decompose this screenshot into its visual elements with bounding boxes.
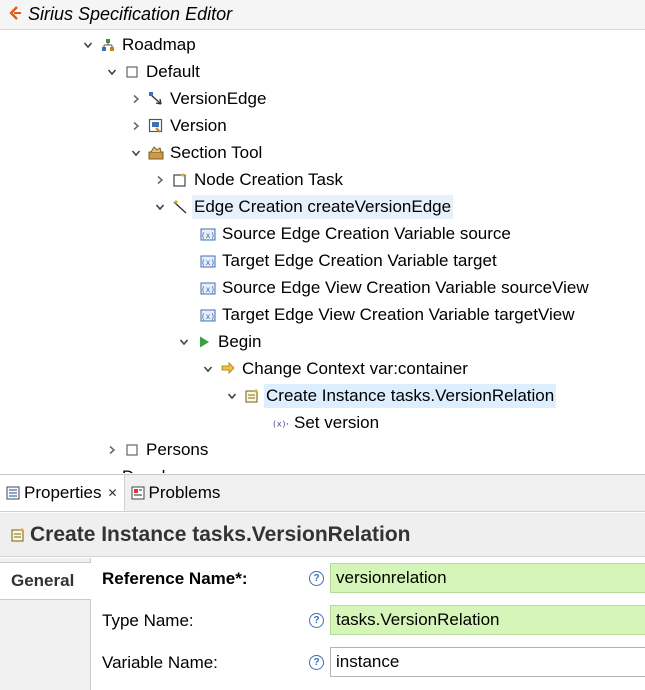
tool-section-icon	[148, 145, 164, 161]
expanded-chevron-icon[interactable]	[176, 334, 192, 350]
help-icon[interactable]: ?	[309, 613, 324, 628]
tree-item-create-instance[interactable]: Create Instance tasks.VersionRelation	[0, 382, 645, 409]
help-icon[interactable]: ?	[309, 571, 324, 586]
expanded-chevron-icon[interactable]	[224, 388, 240, 404]
tree-item-target-edge-creation-variable[interactable]: (x) Target Edge Creation Variable target	[0, 247, 645, 274]
reference-name-label: Reference Name*:	[102, 569, 248, 588]
help-icon[interactable]: ?	[309, 655, 324, 670]
svg-text:(x): (x)	[201, 258, 215, 267]
tree-item-label: Node Creation Task	[194, 169, 343, 189]
layer-icon	[124, 64, 140, 80]
tree-item-develop[interactable]: Develop	[0, 463, 645, 474]
expanded-chevron-icon[interactable]	[80, 37, 96, 53]
tree-item-set-version[interactable]: (x)= Set version	[0, 409, 645, 436]
specification-tree[interactable]: Roadmap Default VersionEdge Version Sect…	[0, 31, 645, 473]
property-section-tabs: General	[0, 558, 91, 690]
variable-name-input[interactable]: instance	[330, 647, 645, 677]
begin-play-icon	[196, 334, 212, 350]
tree-item-change-context[interactable]: Change Context var:container	[0, 355, 645, 382]
tree-item-edge-creation[interactable]: Edge Creation createVersionEdge	[0, 193, 645, 220]
expanded-chevron-icon[interactable]	[200, 361, 216, 377]
edge-mapping-icon	[148, 91, 164, 107]
expanded-chevron-icon[interactable]	[152, 199, 168, 215]
tree-item-persons[interactable]: Persons	[0, 436, 645, 463]
variable-icon: (x)	[200, 307, 216, 323]
tree-item-label: Version	[170, 115, 227, 135]
tree-item-label: Roadmap	[122, 34, 196, 54]
collapsed-chevron-icon[interactable]	[104, 442, 120, 458]
collapsed-chevron-icon[interactable]	[128, 91, 144, 107]
variable-icon: (x)	[200, 226, 216, 242]
sirius-editor-icon	[8, 5, 22, 25]
reference-name-input[interactable]: versionrelation	[330, 563, 645, 593]
tree-item-label: Create Instance tasks.VersionRelation	[264, 383, 557, 408]
tree-item-label: Default	[146, 61, 200, 81]
tree-item-label: Set version	[294, 412, 380, 432]
tab-properties[interactable]: Properties ✕	[0, 475, 125, 511]
editor-title: Sirius Specification Editor	[28, 4, 233, 24]
tree-item-label: Target Edge View Creation Variable targe…	[222, 304, 575, 324]
properties-body: General Reference Name*: ? versionrelati…	[0, 558, 645, 690]
variable-icon: (x)	[200, 280, 216, 296]
tree-item-begin[interactable]: Begin	[0, 328, 645, 355]
node-mapping-icon	[148, 118, 164, 134]
variable-name-row: Variable Name: ? instance	[92, 642, 645, 684]
expanded-chevron-icon[interactable]	[104, 64, 120, 80]
tab-problems[interactable]: Problems	[125, 475, 227, 511]
tree-item-source-edge-view-creation-variable[interactable]: (x) Source Edge View Creation Variable s…	[0, 274, 645, 301]
tree-item-node-creation-task[interactable]: Node Creation Task	[0, 166, 645, 193]
type-name-input[interactable]: tasks.VersionRelation	[330, 605, 645, 635]
tree-item-label: Begin	[218, 331, 262, 351]
create-instance-icon	[244, 388, 260, 404]
problems-view-icon	[131, 486, 145, 500]
diagram-description-icon	[100, 37, 116, 53]
tab-label: Properties	[24, 483, 102, 502]
tree-item-section-tool[interactable]: Section Tool	[0, 139, 645, 166]
tree-item-label: Source Edge Creation Variable source	[222, 223, 511, 243]
tree-item-label: Develop	[120, 465, 186, 474]
close-tab-icon[interactable]: ✕	[107, 486, 117, 500]
collapsed-chevron-icon[interactable]	[128, 118, 144, 134]
tree-item-label: Persons	[146, 439, 209, 459]
tree-item-label: Edge Creation createVersionEdge	[192, 194, 454, 219]
tree-item-label: VersionEdge	[170, 88, 267, 108]
variable-icon: (x)	[200, 253, 216, 269]
svg-text:(x): (x)	[201, 312, 215, 321]
properties-view-icon	[6, 486, 20, 500]
tree-item-default[interactable]: Default	[0, 58, 645, 85]
change-context-icon	[220, 361, 236, 377]
tab-label: Problems	[148, 483, 221, 502]
tree-item-version[interactable]: Version	[0, 112, 645, 139]
expanded-chevron-icon[interactable]	[128, 145, 144, 161]
type-name-label: Type Name:	[102, 611, 194, 630]
svg-text:(x)=: (x)=	[272, 419, 288, 428]
editor-title-bar: Sirius Specification Editor	[0, 0, 645, 30]
layer-icon	[124, 442, 140, 458]
expanded-chevron-icon[interactable]	[80, 469, 96, 474]
edge-creation-icon	[172, 199, 188, 215]
view-tab-bar: Properties ✕ Problems	[0, 474, 645, 512]
tree-item-label: Section Tool	[170, 142, 263, 162]
tree-item-label: Source Edge View Creation Variable sourc…	[222, 277, 589, 297]
tree-item-label: Target Edge Creation Variable target	[222, 250, 497, 270]
properties-header: Create Instance tasks.VersionRelation	[0, 513, 645, 557]
tree-item-versionedge[interactable]: VersionEdge	[0, 85, 645, 112]
tree-item-roadmap[interactable]: Roadmap	[0, 31, 645, 58]
tree-item-label: Change Context var:container	[242, 358, 468, 378]
node-creation-icon	[172, 172, 188, 188]
tree-item-source-edge-creation-variable[interactable]: (x) Source Edge Creation Variable source	[0, 220, 645, 247]
diagram-description-icon	[100, 469, 116, 474]
tab-general[interactable]: General	[0, 562, 91, 600]
create-instance-icon	[10, 527, 26, 543]
svg-text:(x): (x)	[201, 285, 215, 294]
type-name-row: Type Name: ? tasks.VersionRelation	[92, 600, 645, 642]
properties-title: Create Instance tasks.VersionRelation	[30, 522, 411, 546]
set-value-icon: (x)=	[272, 415, 288, 431]
collapsed-chevron-icon[interactable]	[152, 172, 168, 188]
svg-text:(x): (x)	[201, 231, 215, 240]
tree-item-target-edge-view-creation-variable[interactable]: (x) Target Edge View Creation Variable t…	[0, 301, 645, 328]
variable-name-label: Variable Name:	[102, 653, 218, 672]
reference-name-row: Reference Name*: ? versionrelation	[92, 558, 645, 600]
